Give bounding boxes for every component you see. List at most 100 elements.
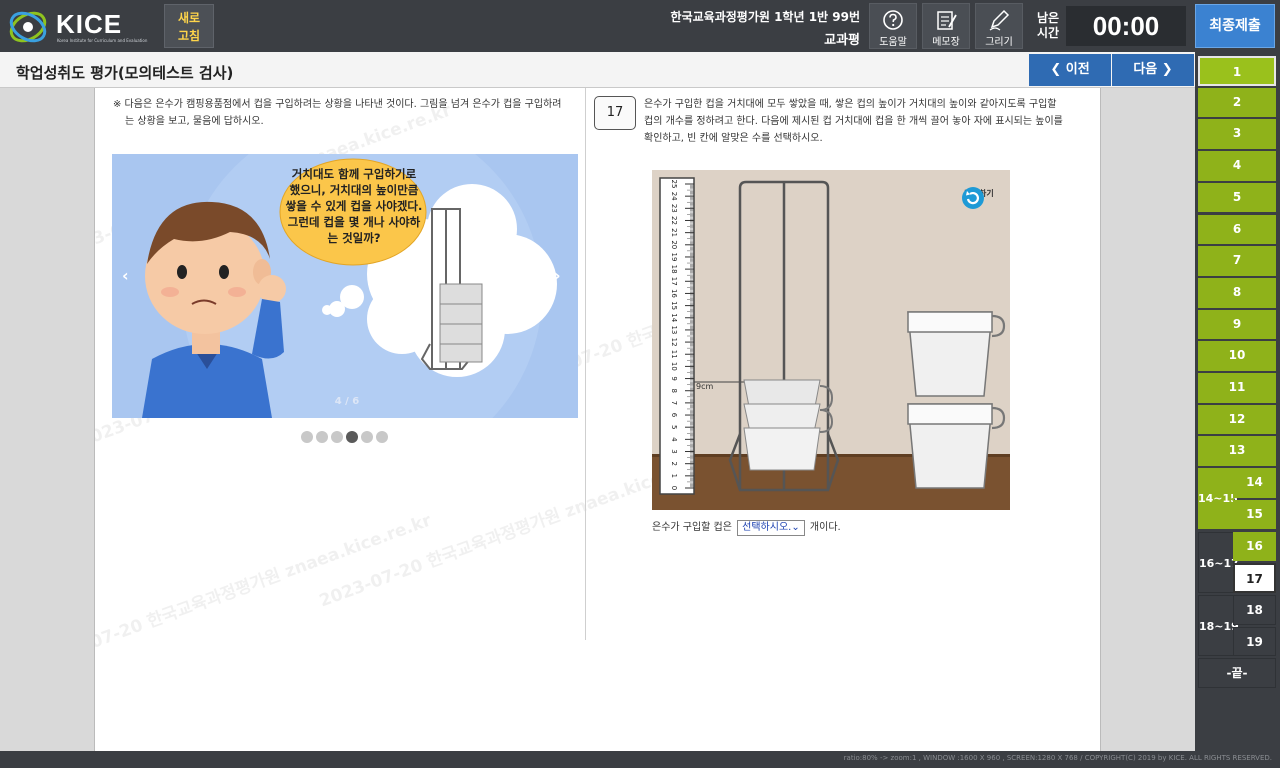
carousel-dot[interactable] <box>361 431 373 443</box>
nav-item-14[interactable]: 14 <box>1233 468 1276 498</box>
kice-logo: KICE Korea Institute for Curriculum and … <box>8 6 158 48</box>
nav-item-13[interactable]: 13 <box>1198 436 1276 467</box>
nav-item-15[interactable]: 15 <box>1233 499 1276 530</box>
answer-prefix: 은수가 구입할 컵은 <box>652 522 732 533</box>
nav-item-7[interactable]: 7 <box>1198 246 1276 276</box>
nav-item-18[interactable]: 18 <box>1233 594 1276 625</box>
memo-button[interactable]: 메모장 <box>922 3 970 49</box>
nav-item-11[interactable]: 11 <box>1198 373 1276 403</box>
ruler-label: 15 <box>670 301 678 310</box>
chevron-left-icon: ❮ <box>1050 62 1062 77</box>
top-bar: KICE Korea Institute for Curriculum and … <box>0 0 1280 52</box>
carousel-dot[interactable] <box>301 431 313 443</box>
memo-label: 메모장 <box>932 37 960 48</box>
answer-line: 은수가 구입할 컵은 선택하시오.⌄ 개이다. <box>652 520 841 536</box>
logo-text: KICE <box>56 9 123 39</box>
prev-button[interactable]: ❮ 이전 <box>1029 54 1111 86</box>
next-label: 다음 <box>1133 62 1158 77</box>
ruler-label: 18 <box>670 265 678 274</box>
ruler-label: 3 <box>670 449 678 453</box>
nav-item-2[interactable]: 2 <box>1198 87 1276 118</box>
speech-bubble-text: 거치대도 함께 구입하기로 했으니, 거치대의 높이만큼 쌓을 수 있게 컵을 … <box>285 167 423 245</box>
ruler-label: 2 <box>670 461 678 465</box>
cup-stacking-simulation[interactable]: 25 24 23 22 21 20 19 18 17 16 15 14 13 12 11 10 9 8 7 6 5 4 3 2… <box>652 170 1010 510</box>
logo-subtext: Korea Institute for Curriculum and Evalu… <box>57 38 148 43</box>
ruler-label: 8 <box>670 388 678 392</box>
nav-item-16[interactable]: 16 <box>1233 531 1276 562</box>
ruler-label: 21 <box>670 228 678 237</box>
carousel-dots <box>301 428 391 443</box>
ruler-label: 1 <box>670 474 678 478</box>
nav-item-3[interactable]: 3 <box>1198 119 1276 150</box>
nav-item-19[interactable]: 19 <box>1233 626 1276 657</box>
page-title: 학업성취도 평가(모의테스트 검사) <box>16 64 234 82</box>
nav-item-10[interactable]: 10 <box>1198 341 1276 371</box>
ruler-label: 14 <box>670 313 678 322</box>
ruler-label: 4 <box>670 437 678 442</box>
nav-group-18~19[interactable]: 18~19 <box>1198 594 1239 657</box>
ruler-label: 17 <box>670 277 678 286</box>
ruler-label: 19 <box>670 252 678 261</box>
answer-dropdown[interactable]: 선택하시오.⌄ <box>737 520 805 536</box>
help-label: 도움말 <box>879 37 907 48</box>
nav-end[interactable]: -끝- <box>1198 658 1276 688</box>
nav-item-9[interactable]: 9 <box>1198 309 1276 340</box>
ruler-label: 5 <box>670 425 678 429</box>
carousel-next-icon[interactable]: › <box>554 266 568 285</box>
help-icon <box>883 10 903 30</box>
nav-group-16~17[interactable]: 16~17 <box>1198 531 1239 593</box>
pencil-icon <box>989 9 1010 31</box>
carousel-prev-icon[interactable]: ‹ <box>122 266 136 285</box>
instruction-text: ※ 다음은 은수가 캠핑용품점에서 컵을 구입하려는 상황을 나타낸 것이다. … <box>113 99 562 127</box>
carousel-dot[interactable] <box>316 431 328 443</box>
chevron-down-icon: ⌄ <box>791 522 800 533</box>
help-button[interactable]: 도움말 <box>869 3 917 49</box>
height-indicator-label: 9cm <box>696 382 713 391</box>
ruler-label: 22 <box>670 216 678 225</box>
nav-item-1[interactable]: 1 <box>1198 56 1276 86</box>
answer-dropdown-value: 선택하시오. <box>742 522 792 533</box>
nav-item-12[interactable]: 12 <box>1198 404 1276 435</box>
timer-label: 남은 시간 <box>1036 11 1060 40</box>
nav-item-8[interactable]: 8 <box>1198 277 1276 308</box>
carousel-dot[interactable] <box>346 431 358 443</box>
ruler-label: 24 <box>670 192 678 201</box>
ruler-label: 11 <box>670 350 678 359</box>
column-divider <box>585 88 586 640</box>
nav-item-4[interactable]: 4 <box>1198 151 1276 181</box>
logo-emblem-icon <box>9 11 47 43</box>
ruler-label: 20 <box>670 240 678 249</box>
ruler-label: 7 <box>670 401 678 405</box>
ruler-label: 6 <box>670 413 678 418</box>
final-submit-button[interactable]: 최종제출 <box>1195 4 1275 48</box>
carousel-dot[interactable] <box>376 431 388 443</box>
ruler-label: 25 <box>670 180 678 189</box>
nav-item-6[interactable]: 6 <box>1198 214 1276 245</box>
nav-item-5[interactable]: 5 <box>1198 182 1276 213</box>
ruler-label: 23 <box>670 204 678 213</box>
question-number: 17 <box>594 96 636 130</box>
subject-name: 교과평 <box>824 33 860 48</box>
student-info: 한국교육과정평가원 1학년 1반 99번 <box>670 10 860 24</box>
slide-counter: 4 / 6 <box>334 396 360 407</box>
ruler-label: 0 <box>670 486 678 490</box>
nav-group-14~15[interactable]: 14~15 <box>1198 468 1238 530</box>
next-button[interactable]: 다음 ❯ <box>1112 54 1194 86</box>
retry-icon <box>962 187 984 209</box>
refresh-button[interactable]: 새로 고침 <box>164 4 214 48</box>
draw-button[interactable]: 그리기 <box>975 3 1023 49</box>
simulation-scene: 2524232221201918171615141312111098765432… <box>652 170 1010 510</box>
carousel-dot[interactable] <box>331 431 343 443</box>
draw-label: 그리기 <box>985 37 1013 48</box>
retry-button[interactable]: 다시하기 <box>961 186 997 209</box>
ruler-label: 9 <box>670 376 678 380</box>
ruler-label: 13 <box>670 325 678 334</box>
image-carousel[interactable]: 거치대도 함께 구입하기로 했으니, 거치대의 높이만큼 쌓을 수 있게 컵을 … <box>112 154 578 418</box>
watermark-text: 2023-07-20 한국교육과정평가원 znaea.kice.re.kr <box>95 510 435 672</box>
memo-icon <box>937 11 957 30</box>
ruler-label: 16 <box>670 289 678 298</box>
timer-display: 00:00 <box>1066 6 1186 46</box>
nav-item-17[interactable]: 17 <box>1233 563 1276 593</box>
ruler-label: 10 <box>670 362 678 371</box>
question-navigator: 1 2 3 4 5 6 7 8 9 10 11 12 13 14~15 14 15 16~17 16 17 18~19… <box>1195 52 1280 752</box>
